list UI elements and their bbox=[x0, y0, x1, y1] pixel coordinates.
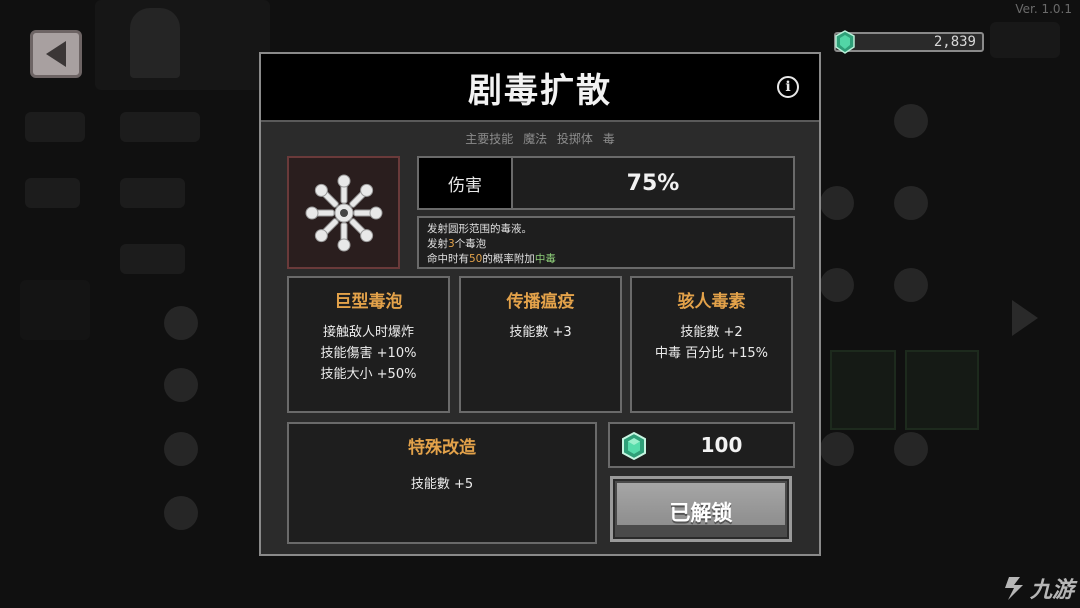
skill-description: 发射圆形范围的毒液。 发射3个毒泡 命中时有50的概率附加中毒 bbox=[417, 216, 795, 269]
upgrade-card-spread-plague[interactable]: 传播瘟疫 技能數 +3 bbox=[459, 276, 622, 413]
unlock-button[interactable]: 已解锁 bbox=[610, 476, 792, 542]
skill-tag: 毒 bbox=[602, 132, 615, 146]
upgrade-title: 传播瘟疫 bbox=[506, 292, 575, 312]
upgrade-effect: 技能大小 +50% bbox=[320, 367, 417, 382]
unlock-button-label: 已解锁 bbox=[669, 501, 733, 525]
emerald-gem-icon bbox=[835, 30, 855, 54]
description-line: 命中时有50的概率附加中毒 bbox=[427, 253, 556, 265]
special-title: 特殊改造 bbox=[408, 438, 476, 458]
upgrade-title: 骇人毒素 bbox=[677, 292, 746, 312]
emerald-gem-icon bbox=[622, 432, 646, 460]
currency-counter: 2,839 bbox=[834, 30, 984, 54]
damage-stat: 伤害 75% bbox=[417, 156, 795, 210]
skill-title: 剧毒扩散 bbox=[468, 70, 612, 111]
upgrade-effect: 技能數 +2 bbox=[680, 325, 743, 340]
description-line: 发射3个毒泡 bbox=[427, 238, 487, 250]
poison-chance: 50 bbox=[469, 253, 483, 265]
watermark-logo-icon bbox=[1004, 577, 1023, 600]
watermark-text: 九游 bbox=[1029, 578, 1074, 603]
version-label: Ver. 1.0.1 bbox=[1015, 2, 1072, 16]
upgrade-card-terrifying-toxin[interactable]: 骇人毒素 技能數 +2 中毒 百分比 +15% bbox=[630, 276, 793, 413]
play-arrow-icon[interactable] bbox=[1012, 300, 1038, 336]
skill-tag: 投掷体 bbox=[556, 132, 593, 146]
upgrade-title: 巨型毒泡 bbox=[334, 292, 403, 312]
cost-amount: 100 bbox=[700, 433, 743, 457]
back-button[interactable] bbox=[30, 30, 82, 78]
upgrade-effect: 技能數 +3 bbox=[509, 325, 572, 340]
skill-tags: 主要技能 魔法 投掷体 毒 bbox=[261, 130, 819, 147]
description-line: 发射圆形范围的毒液。 bbox=[427, 223, 532, 235]
modal-header: 剧毒扩散 i bbox=[261, 54, 819, 122]
currency-amount: 2,839 bbox=[933, 34, 976, 50]
info-icon[interactable]: i bbox=[777, 76, 799, 98]
status-effect-name: 中毒 bbox=[534, 253, 556, 265]
damage-label: 伤害 bbox=[419, 158, 513, 208]
upgrade-effect: 中毒 百分比 +15% bbox=[654, 346, 769, 361]
watermark: 九游 bbox=[1000, 572, 1074, 604]
damage-value: 75% bbox=[626, 170, 680, 196]
upgrade-effect: 技能傷害 +10% bbox=[320, 346, 417, 361]
skill-tag: 魔法 bbox=[523, 132, 548, 146]
skill-icon-frame bbox=[287, 156, 400, 269]
projectile-count: 3 bbox=[448, 238, 455, 250]
upgrade-card-giant-bubble[interactable]: 巨型毒泡 接触敌人时爆炸 技能傷害 +10% 技能大小 +50% bbox=[287, 276, 450, 413]
special-modification-card[interactable]: 特殊改造 技能數 +5 bbox=[287, 422, 597, 544]
skill-detail-modal: 剧毒扩散 i 主要技能 魔法 投掷体 毒 伤害 75% 发射圆形范围的毒液。 发… bbox=[259, 52, 821, 556]
skill-tag: 主要技能 bbox=[465, 132, 514, 146]
special-effect: 技能數 +5 bbox=[410, 477, 474, 492]
unlock-cost: 100 bbox=[608, 422, 795, 468]
upgrade-effect: 接触敌人时爆炸 bbox=[322, 325, 414, 340]
back-arrow-icon bbox=[46, 41, 66, 67]
poison-burst-icon bbox=[305, 174, 382, 251]
